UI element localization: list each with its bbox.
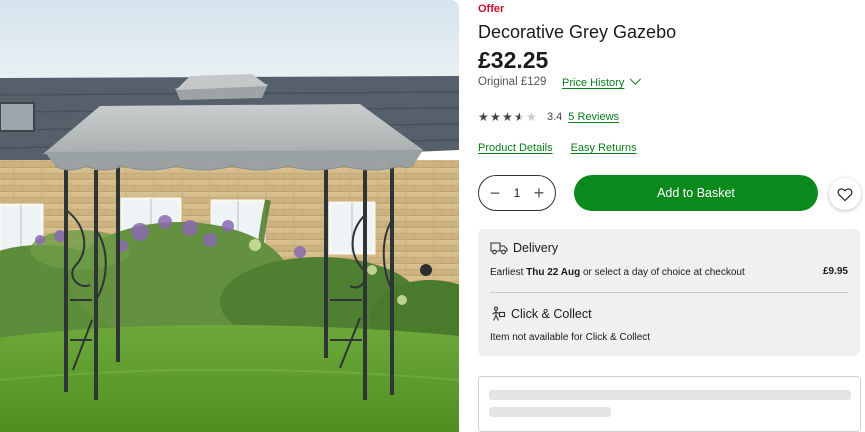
rating: ★ ★ ★ ★ ★ 3.4 5 Reviews (478, 109, 619, 125)
minus-icon[interactable]: − (488, 184, 502, 202)
product-info: Offer Decorative Grey Gazebo £32.25 Orig… (478, 0, 865, 432)
offer-badge: Offer (478, 3, 505, 15)
product-title: Decorative Grey Gazebo (478, 22, 677, 42)
favourite-button[interactable] (829, 178, 861, 210)
heart-icon (837, 187, 853, 201)
product-image[interactable] (0, 0, 459, 432)
skeleton-line (489, 407, 611, 417)
plus-icon[interactable]: + (532, 184, 546, 202)
delivery-options: Delivery Earliest Thu 22 Aug or select a… (478, 229, 860, 356)
gazebo-photo (0, 0, 459, 432)
click-collect-icon (492, 306, 506, 321)
reviews-link[interactable]: 5 Reviews (568, 111, 619, 123)
delivery-title: Delivery (513, 241, 559, 255)
original-price: Original £129 (478, 76, 547, 88)
star-icon: ★ (478, 110, 489, 124)
click-collect-heading: Click & Collect (490, 306, 592, 322)
delivery-text: Earliest Thu 22 Aug or select a day of c… (490, 267, 745, 278)
quantity-value[interactable]: 1 (514, 186, 521, 200)
easy-returns-link[interactable]: Easy Returns (571, 142, 637, 154)
quantity-stepper: − 1 + (478, 175, 556, 211)
delivery-date: Thu 22 Aug (526, 267, 581, 278)
star-half-icon: ★ (514, 110, 525, 124)
product-details-link[interactable]: Product Details (478, 142, 553, 154)
click-collect-text: Item not available for Click & Collect (490, 332, 651, 343)
delivery-van-icon (490, 242, 508, 255)
chevron-down-icon (630, 73, 642, 85)
product-price: £32.25 (478, 47, 549, 73)
delivery-heading: Delivery (490, 241, 558, 255)
add-to-basket-button[interactable]: Add to Basket (574, 175, 818, 211)
divider (490, 292, 848, 293)
star-empty-icon: ★ (526, 110, 537, 124)
loading-placeholder (478, 376, 861, 432)
price-history-link[interactable]: Price History (562, 73, 642, 89)
star-icon: ★ (502, 110, 513, 124)
click-collect-title: Click & Collect (511, 307, 592, 321)
info-links: Product Details Easy Returns (478, 142, 637, 154)
rating-value: 3.4 (547, 111, 563, 123)
price-history-label[interactable]: Price History (562, 77, 624, 89)
star-icon: ★ (490, 110, 501, 124)
skeleton-line (489, 390, 851, 400)
delivery-price: £9.95 (822, 266, 848, 277)
